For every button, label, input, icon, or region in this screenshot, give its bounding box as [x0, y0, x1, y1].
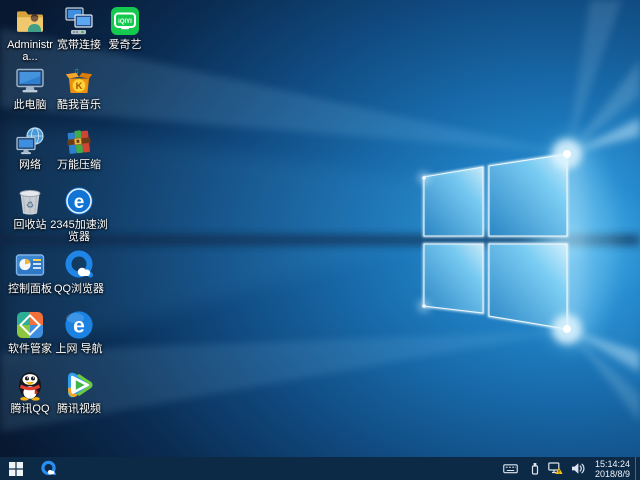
- qq-penguin-icon: [19, 372, 41, 401]
- user-folder-icon: [17, 11, 43, 32]
- svg-text:e: e: [73, 315, 85, 338]
- svg-text:iQIYI: iQIYI: [118, 19, 132, 25]
- desktop-icon-qq-browser[interactable]: QQ浏览器: [50, 249, 108, 295]
- 2345-browser-icon: e: [65, 187, 93, 215]
- desktop-icon-label: 万能压缩: [57, 159, 101, 171]
- show-desktop-button[interactable]: [635, 457, 640, 480]
- desktop-icon-archiver[interactable]: 万能压缩: [50, 125, 108, 171]
- tencent-video-icon: [68, 372, 93, 398]
- svg-text:e: e: [74, 192, 85, 213]
- clock-date: 2018/8/9: [594, 468, 630, 479]
- taskbar-empty-area: [65, 457, 499, 480]
- desktop-icon-label: 此电脑: [13, 99, 47, 111]
- qq-browser-icon: [41, 460, 56, 476]
- desktop-icon-tencent-video[interactable]: 腾讯视频: [50, 369, 108, 415]
- control-panel-icon: [15, 254, 45, 276]
- kuwo-music-icon: ♫ K: [65, 66, 93, 93]
- desktop-icon-label: 腾讯视频: [57, 403, 101, 415]
- software-manager-icon: [17, 312, 43, 338]
- qq-browser-icon: [65, 250, 93, 278]
- desktop-icon-label: 上网 导航: [55, 343, 103, 355]
- iqiyi-icon: iQIYI: [111, 7, 139, 35]
- desktop-icon-label: 爱奇艺: [108, 39, 142, 51]
- desktop-icon-label: 宽带连接: [57, 39, 101, 51]
- volume-icon[interactable]: [567, 457, 589, 480]
- system-tray: 15:14:24 2018/8/9: [499, 457, 640, 480]
- desktop-icon-label: 腾讯QQ: [10, 403, 50, 415]
- start-button[interactable]: [0, 457, 32, 480]
- network-icon: [16, 127, 44, 155]
- taskbar-clock[interactable]: 15:14:24 2018/8/9: [589, 459, 635, 479]
- desktop-icon-2345-browser[interactable]: e 2345加速浏览器: [50, 185, 108, 243]
- desktop-icon-kuwo-music[interactable]: ♫ K 酷我音乐: [50, 65, 108, 111]
- desktop-icon-iqiyi[interactable]: iQIYI 爱奇艺: [96, 5, 154, 51]
- taskbar: 15:14:24 2018/8/9: [0, 457, 640, 480]
- desktop-icon-label: QQ浏览器: [53, 283, 105, 295]
- e-navigation-icon: e: [65, 311, 93, 339]
- svg-text:♻: ♻: [26, 200, 34, 210]
- taskbar-qq-browser-button[interactable]: [32, 457, 65, 480]
- clock-time: 15:14:24: [594, 458, 630, 469]
- broadband-connection-icon: [65, 7, 93, 35]
- recycle-bin-icon: ♻: [19, 189, 41, 215]
- desktop-icon-label: 回收站: [13, 219, 47, 231]
- usb-device-icon[interactable]: [526, 457, 544, 480]
- archive-books-icon: [67, 130, 91, 154]
- desktop-screen: Administra... 宽带连接 iQIYI 爱奇艺 此电脑 ♫ K 酷我音…: [0, 0, 640, 480]
- desktop-icon-label: 酷我音乐: [57, 99, 101, 111]
- network-warning-icon[interactable]: [544, 457, 567, 480]
- svg-text:K: K: [76, 81, 83, 92]
- windows-logo-icon: [9, 461, 23, 476]
- touch-keyboard-icon[interactable]: [499, 457, 526, 480]
- this-pc-icon: [16, 68, 44, 93]
- desktop-icon-label: 2345加速浏览器: [50, 219, 108, 243]
- desktop-icon-label: 软件管家: [8, 343, 52, 355]
- desktop-icon-web-nav[interactable]: e 上网 导航: [50, 309, 108, 355]
- desktop-icon-label: 网络: [19, 159, 41, 171]
- desktop-icon-label: 控制面板: [8, 283, 52, 295]
